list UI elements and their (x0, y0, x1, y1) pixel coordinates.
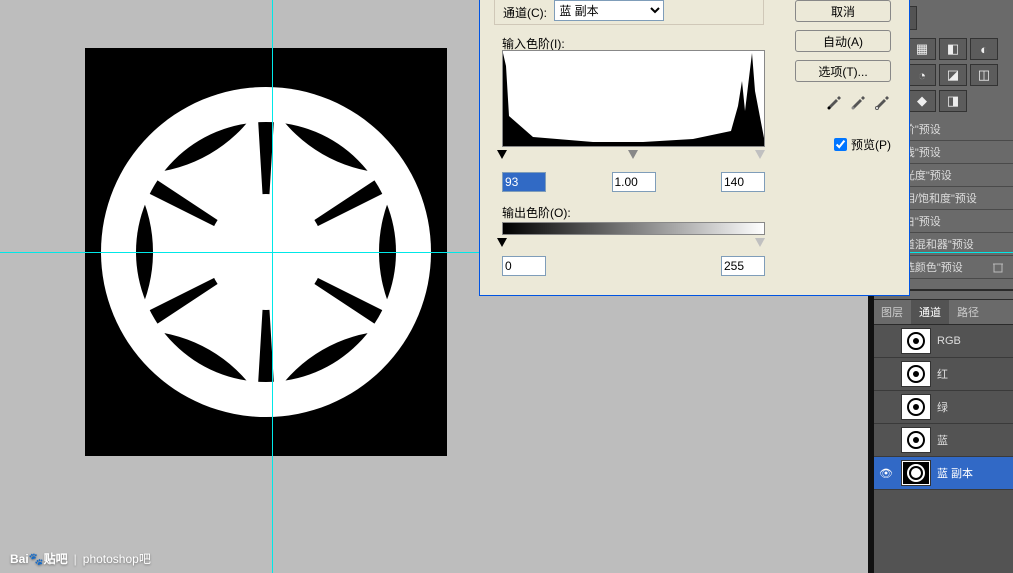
visibility-toggle[interactable]: 👁 (877, 467, 895, 480)
channel-thumb (901, 361, 931, 387)
histogram[interactable] (502, 50, 765, 147)
input-gamma-field[interactable] (612, 172, 656, 192)
channel-row-blue-copy[interactable]: 👁 蓝 副本 (873, 457, 1013, 490)
channel-thumb (901, 460, 931, 486)
auto-button[interactable]: 自动(A) (795, 30, 891, 52)
channel-fieldset: 通道(C): 蓝 副本 (494, 0, 764, 25)
mixer-icon[interactable]: ◆ (908, 90, 936, 112)
input-gamma-slider[interactable] (628, 150, 638, 159)
tab-paths[interactable]: 路径 (949, 300, 987, 324)
options-button[interactable]: 选项(T)... (795, 60, 891, 82)
channel-name: 蓝 (937, 432, 948, 448)
channel-thumb (901, 328, 931, 354)
channel-row-green[interactable]: 绿 (873, 391, 1013, 424)
hue-icon[interactable]: ◔ (908, 64, 936, 86)
tab-channels[interactable]: 通道 (911, 300, 949, 324)
output-black-slider[interactable] (497, 238, 507, 247)
output-levels-label: 输出色阶(O): (502, 204, 571, 221)
input-white-slider[interactable] (755, 150, 765, 159)
channel-row-blue[interactable]: 蓝 (873, 424, 1013, 457)
output-gradient[interactable] (502, 222, 765, 235)
tab-layers[interactable]: 图层 (873, 300, 911, 324)
output-black-field[interactable] (502, 256, 546, 276)
preview-checkbox[interactable] (834, 138, 847, 151)
exposure-icon[interactable]: ◐ (970, 38, 998, 60)
curves-icon[interactable]: ◧ (939, 38, 967, 60)
watermark-sep: | (74, 552, 77, 566)
channel-name: 红 (937, 366, 948, 382)
invert-icon[interactable]: ◨ (939, 90, 967, 112)
output-white-field[interactable] (721, 256, 765, 276)
watermark-logo: Bai🐾贴吧 (10, 550, 68, 567)
channel-row-red[interactable]: 红 (873, 358, 1013, 391)
watermark-forum: photoshop吧 (83, 550, 151, 567)
bw-icon[interactable]: ◫ (970, 64, 998, 86)
channel-name: 蓝 副本 (937, 465, 973, 481)
output-sliders (502, 238, 765, 248)
channel-name: 绿 (937, 399, 948, 415)
channels-list: RGB 红 绿 蓝 👁 蓝 副本 (873, 325, 1013, 490)
input-black-slider[interactable] (497, 150, 507, 159)
cancel-button[interactable]: 取消 (795, 0, 891, 22)
channel-select[interactable]: 蓝 副本 (554, 0, 664, 21)
channel-name: RGB (937, 335, 961, 347)
trash-icon[interactable] (991, 260, 1005, 274)
guide-vertical (272, 0, 273, 573)
channel-thumb (901, 427, 931, 453)
channel-row-rgb[interactable]: RGB (873, 325, 1013, 358)
input-black-field[interactable] (502, 172, 546, 192)
channel-label: 通道(C): (503, 6, 547, 20)
balance-icon[interactable]: ◪ (939, 64, 967, 86)
output-white-slider[interactable] (755, 238, 765, 247)
eyedropper-black-icon[interactable] (825, 92, 843, 110)
input-white-field[interactable] (721, 172, 765, 192)
channel-thumb (901, 394, 931, 420)
input-sliders (502, 150, 765, 160)
eyedropper-gray-icon[interactable] (849, 92, 867, 110)
preview-label: 预览(P) (851, 136, 891, 153)
channels-panel-tabs: 图层 通道 路径 (873, 300, 1013, 325)
levels-dialog: 通道(C): 蓝 副本 输入色阶(I): 输出色阶(O): 取消 自动(A) 选… (479, 0, 910, 296)
eyedropper-white-icon[interactable] (873, 92, 891, 110)
levels-icon[interactable]: ▦ (908, 38, 936, 60)
watermark: Bai🐾贴吧 | photoshop吧 (10, 550, 151, 567)
